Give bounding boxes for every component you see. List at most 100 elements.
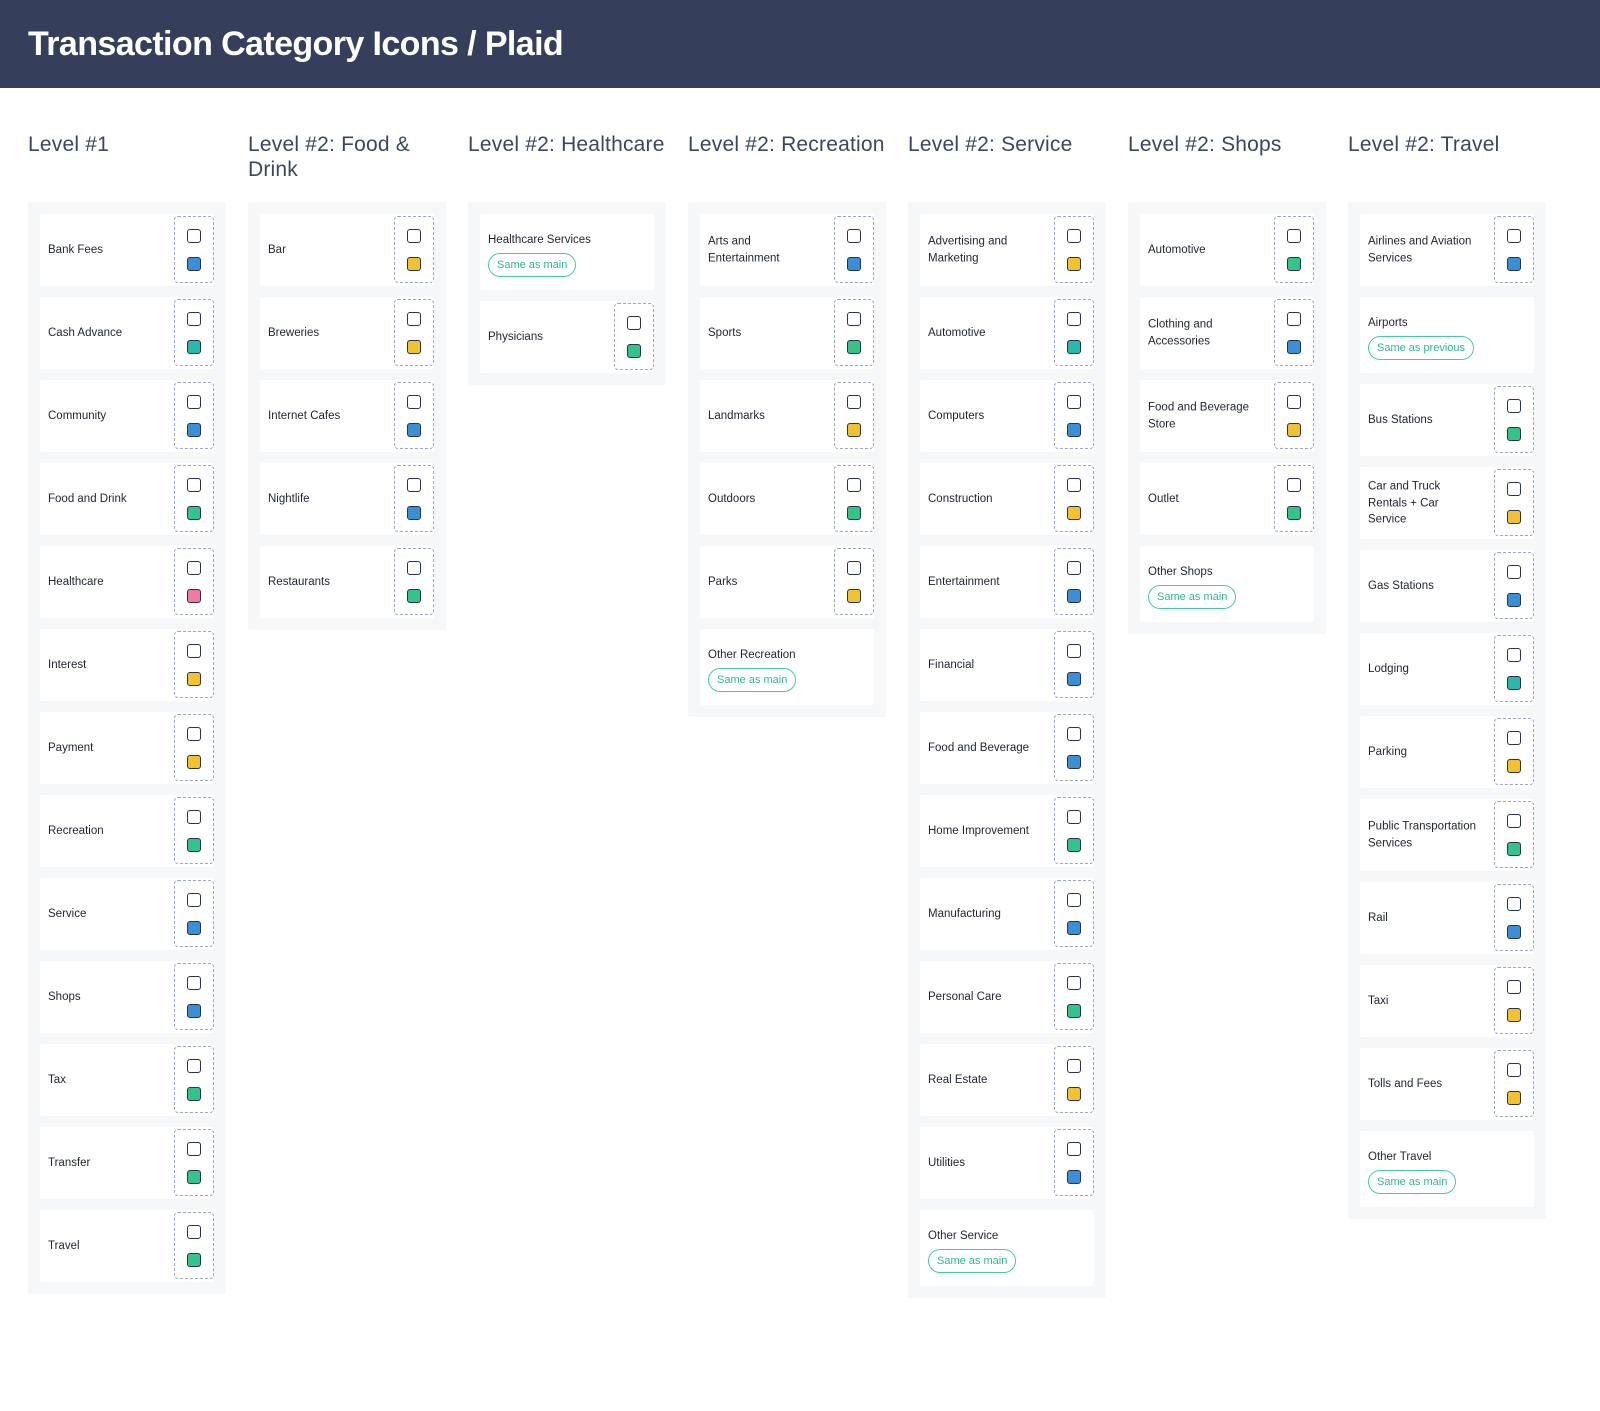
icon-frame <box>1494 801 1534 868</box>
tree-colored-icon <box>847 506 861 520</box>
icon-frame <box>1054 299 1094 366</box>
icon-frame <box>1494 884 1534 951</box>
category-card: Physicians <box>480 301 654 373</box>
category-card: Utilities <box>920 1127 1094 1199</box>
category-label: Other Service <box>928 1230 999 1242</box>
cash-colored-icon <box>187 340 201 354</box>
coin-icon <box>187 727 201 741</box>
icon-frame <box>834 548 874 615</box>
icon-frame <box>1494 216 1534 283</box>
category-panel: Advertising and Marketing Automotive Compu… <box>908 202 1106 1298</box>
category-label: Automotive <box>928 326 986 339</box>
category-label: Service <box>48 907 87 920</box>
shopping-bag-colored-icon <box>187 1004 201 1018</box>
airplane-colored-icon <box>1507 257 1521 271</box>
coffee-icon <box>407 395 421 409</box>
category-card: Tax <box>40 1044 214 1116</box>
cocktail-icon <box>407 229 421 243</box>
house-colored-icon <box>1067 1087 1081 1101</box>
category-card: Nightlife <box>260 463 434 535</box>
icon-frame <box>174 465 214 532</box>
icon-frame <box>174 1046 214 1113</box>
category-label: Clothing and Accessories <box>1148 318 1213 348</box>
category-card: Food and Drink <box>40 463 214 535</box>
icon-frame <box>1274 382 1314 449</box>
ball-colored-icon <box>847 340 861 354</box>
category-card: Entertainment <box>920 546 1094 618</box>
category-card: Airlines and Aviation Services <box>1360 214 1534 286</box>
interest-icon <box>187 644 201 658</box>
parking-icon <box>1507 731 1521 745</box>
category-label: Gas Stations <box>1368 579 1434 592</box>
toll-gate-icon <box>1507 1063 1521 1077</box>
same-as-badge: Same as previous <box>1368 336 1475 360</box>
category-card: Clothing and Accessories <box>1140 297 1314 369</box>
category-label: Restaurants <box>268 575 331 588</box>
category-label: Parking <box>1368 745 1407 758</box>
icon-frame <box>174 216 214 283</box>
category-label: Personal Care <box>928 990 1002 1003</box>
category-card: Shops <box>40 961 214 1033</box>
category-card: Manufacturing <box>920 878 1094 950</box>
car-icon <box>1287 229 1301 243</box>
same-as-badge: Same as main <box>1368 1170 1457 1194</box>
bed-colored-icon <box>1507 676 1521 690</box>
play-screen-icon <box>1067 561 1081 575</box>
category-card: Transfer <box>40 1127 214 1199</box>
icon-frame <box>1494 967 1534 1034</box>
category-label: Financial <box>928 658 975 671</box>
category-label: Shops <box>48 990 81 1003</box>
computer-icon <box>1067 395 1081 409</box>
category-label: Travel <box>48 1239 80 1252</box>
category-card: Real Estate <box>920 1044 1094 1116</box>
icon-frame <box>174 548 214 615</box>
tower-icon <box>847 395 861 409</box>
bed-icon <box>1507 648 1521 662</box>
icon-frame <box>1494 635 1534 702</box>
transfer-arrows-icon <box>187 1142 201 1156</box>
money-bag-icon <box>187 1059 201 1073</box>
category-card: Other Shops Same as main <box>1140 546 1314 622</box>
category-label: Sports <box>708 326 742 339</box>
icon-frame <box>1274 299 1314 366</box>
category-card: Outlet <box>1140 463 1314 535</box>
park-icon <box>847 561 861 575</box>
category-card: Service <box>40 878 214 950</box>
category-card: Breweries <box>260 297 434 369</box>
icon-frame <box>1054 548 1094 615</box>
category-card: Lodging <box>1360 633 1534 705</box>
category-column: Level #2: Service Advertising and Marketi… <box>908 132 1106 1298</box>
category-label: Interest <box>48 658 87 671</box>
category-label: Outlet <box>1148 492 1179 505</box>
category-label: Lodging <box>1368 662 1409 675</box>
route-colored-icon <box>187 1253 201 1267</box>
computer-colored-icon <box>1067 423 1081 437</box>
icon-frame <box>394 548 434 615</box>
category-label: Community <box>48 409 107 422</box>
face-colored-icon <box>1067 1004 1081 1018</box>
category-card: Healthcare <box>40 546 214 618</box>
user-circle-colored-icon <box>187 921 201 935</box>
beer-icon <box>407 312 421 326</box>
category-card: Other Service Same as main <box>920 1210 1094 1286</box>
category-card: Personal Care <box>920 961 1094 1033</box>
category-label: Advertising and Marketing <box>928 235 1008 265</box>
page-header: Transaction Category Icons / Plaid <box>0 0 1600 88</box>
tree-icon <box>847 478 861 492</box>
icon-frame <box>1274 465 1314 532</box>
route-icon <box>187 1225 201 1239</box>
cash-icon <box>187 312 201 326</box>
category-label: Taxi <box>1368 994 1389 1007</box>
storefront-icon <box>1287 478 1301 492</box>
tram-icon <box>1507 814 1521 828</box>
category-card: Internet Cafes <box>260 380 434 452</box>
category-label: Tolls and Fees <box>1368 1077 1443 1090</box>
category-label: Other Travel <box>1368 1151 1432 1163</box>
same-as-badge: Same as main <box>1148 585 1237 609</box>
people-icon <box>187 395 201 409</box>
column-title: Level #2: Shops <box>1128 133 1282 156</box>
category-card: Advertising and Marketing <box>920 214 1094 286</box>
icon-frame <box>1494 552 1534 619</box>
bowl-icon <box>187 478 201 492</box>
category-card: Gas Stations <box>1360 550 1534 622</box>
